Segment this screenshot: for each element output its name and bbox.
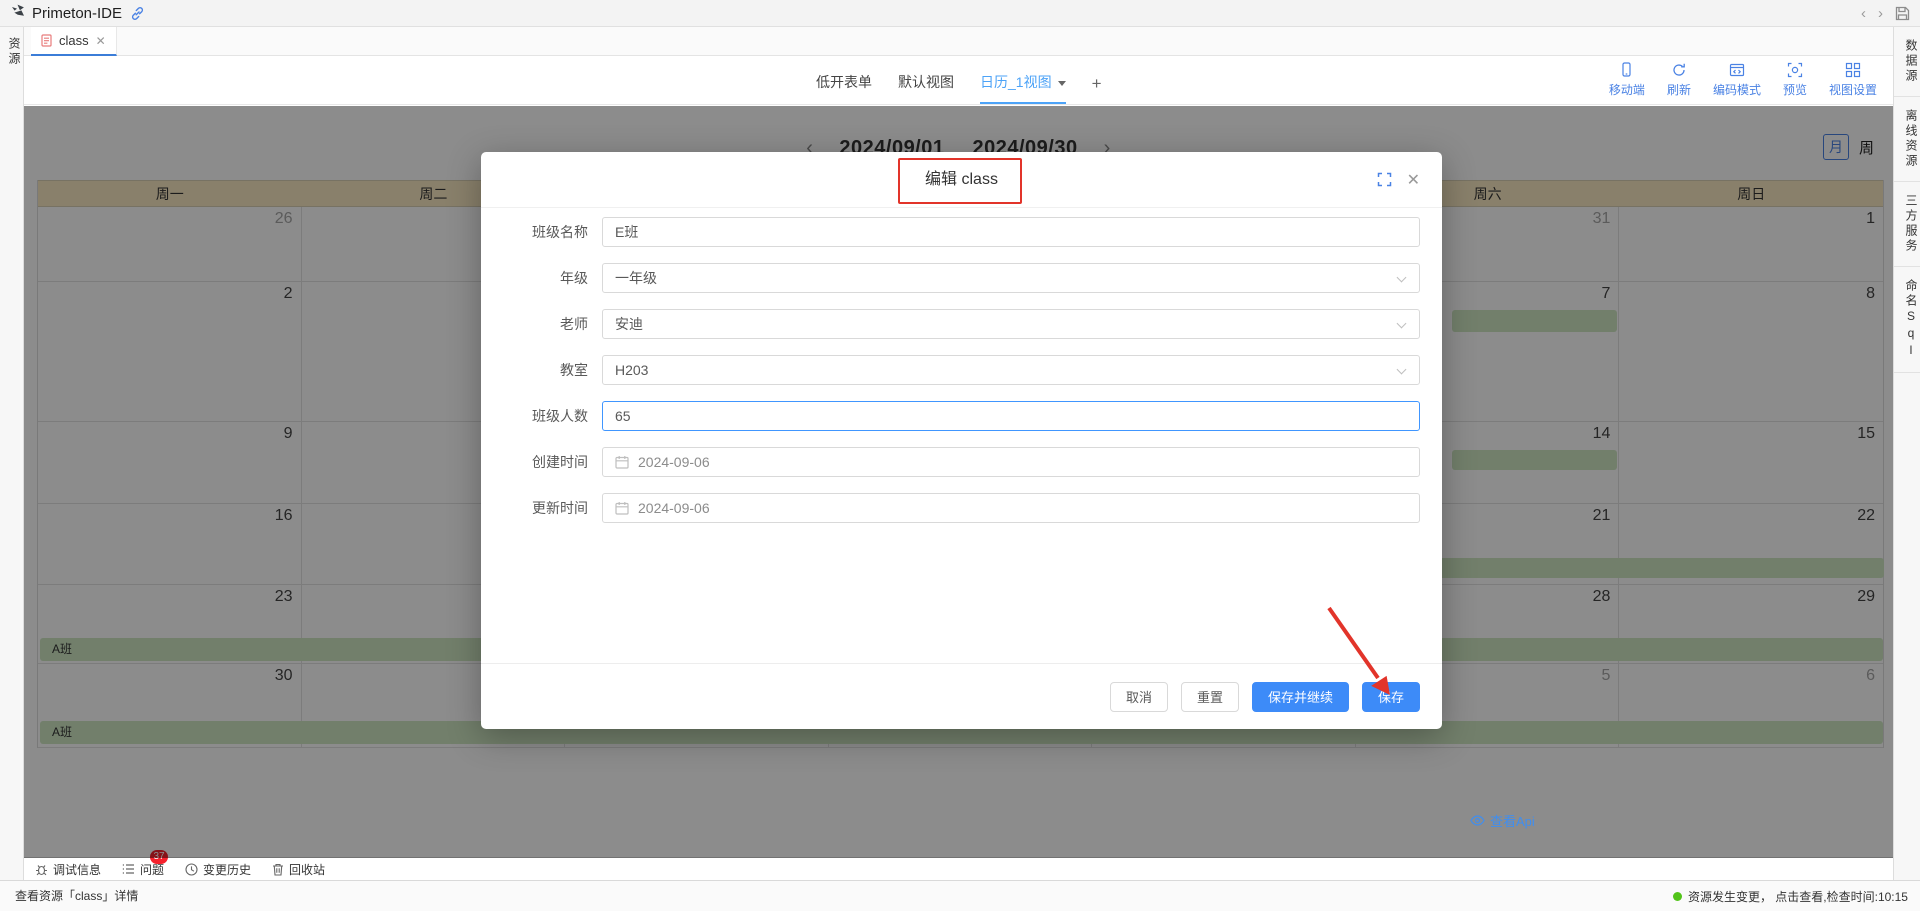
field-label-class-name: 班级名称 xyxy=(525,222,588,242)
status-bar: 查看资源「class」详情 资源发生变更， 点击查看,检查时间:10:15 xyxy=(0,880,1920,911)
tab-close-icon[interactable]: ✕ xyxy=(96,34,106,48)
calendar-icon xyxy=(615,501,629,515)
created-time-datepicker[interactable]: 2024-09-06 xyxy=(602,447,1420,477)
chevron-down-icon[interactable] xyxy=(1058,81,1066,86)
save-resource-icon[interactable] xyxy=(1895,6,1910,21)
field-label-teacher: 老师 xyxy=(525,314,588,334)
preview-button[interactable]: 预览 xyxy=(1783,62,1807,98)
app-title: Primeton-IDE xyxy=(32,5,122,22)
add-view-button[interactable]: + xyxy=(1092,74,1102,104)
chevron-down-icon xyxy=(1397,319,1407,329)
save-button[interactable]: 保存 xyxy=(1362,682,1420,712)
rail-item-datasource[interactable]: 数据源 xyxy=(1894,27,1920,97)
class-name-input[interactable] xyxy=(602,217,1420,247)
dialog-body: 班级名称 年级 一年级 老师 安迪 教室 H203 xyxy=(481,208,1442,523)
form-doc-icon xyxy=(41,34,52,47)
close-icon[interactable]: ✕ xyxy=(1407,170,1420,190)
view-tab-default-view[interactable]: 默认视图 xyxy=(898,72,954,104)
status-green-dot-icon xyxy=(1673,892,1682,901)
field-label-grade: 年级 xyxy=(525,268,588,288)
panel-tab-recycle-bin[interactable]: 回收站 xyxy=(272,861,325,878)
tab-class-label: class xyxy=(59,33,89,48)
editor-tab-bar: class ✕ xyxy=(24,27,1893,56)
status-resource-detail: 查看资源「class」详情 xyxy=(15,881,138,911)
trash-icon xyxy=(272,863,284,876)
chevron-down-icon xyxy=(1397,365,1407,375)
view-toolbar: 低开表单 默认视图 日历_1视图 + 移动端 刷新 编码模式 xyxy=(24,56,1893,105)
panel-tab-problems[interactable]: 问题 37 xyxy=(122,861,164,878)
class-size-input[interactable] xyxy=(602,401,1420,431)
title-bar: Primeton-IDE ‹ › xyxy=(0,0,1920,27)
field-label-created-time: 创建时间 xyxy=(525,452,588,472)
left-rail: 资源 xyxy=(0,27,24,880)
eye-icon xyxy=(1470,815,1485,826)
view-tab-calendar-1[interactable]: 日历_1视图 xyxy=(980,72,1066,104)
history-forward-icon[interactable]: › xyxy=(1878,0,1883,27)
field-label-class-size: 班级人数 xyxy=(525,406,588,426)
edit-class-dialog: 编辑 class ✕ 班级名称 年级 一年级 老师 安迪 xyxy=(481,152,1442,729)
panel-tab-debug-info[interactable]: 调试信息 xyxy=(35,861,101,878)
dialog-header: 编辑 class ✕ xyxy=(481,152,1442,208)
status-change-notice[interactable]: 资源发生变更， 点击查看,检查时间:10:15 xyxy=(1673,881,1908,911)
teacher-select[interactable]: 安迪 xyxy=(602,309,1420,339)
list-icon xyxy=(122,863,135,875)
right-rail: 数据源 离线资源 三方服务 命名Sql xyxy=(1893,27,1920,880)
field-label-updated-time: 更新时间 xyxy=(525,498,588,518)
rail-item-named-sql[interactable]: 命名Sql xyxy=(1894,267,1920,373)
refresh-button[interactable]: 刷新 xyxy=(1667,62,1691,98)
history-back-icon[interactable]: ‹ xyxy=(1861,0,1866,27)
chevron-down-icon xyxy=(1397,273,1407,283)
view-tabs: 低开表单 默认视图 日历_1视图 + xyxy=(816,72,1102,104)
updated-time-datepicker[interactable]: 2024-09-06 xyxy=(602,493,1420,523)
debug-icon xyxy=(35,863,48,876)
app-logo-icon xyxy=(10,3,26,24)
dialog-title: 编辑 class xyxy=(481,152,1442,208)
rail-item-thirdparty-services[interactable]: 三方服务 xyxy=(1894,182,1920,267)
save-and-continue-button[interactable]: 保存并继续 xyxy=(1252,682,1349,712)
dialog-footer: 取消 重置 保存并继续 保存 xyxy=(481,663,1442,729)
classroom-select[interactable]: H203 xyxy=(602,355,1420,385)
mobile-preview-button[interactable]: 移动端 xyxy=(1609,62,1645,98)
calendar-icon xyxy=(615,455,629,469)
view-api-link[interactable]: 查看Api xyxy=(1470,811,1535,830)
view-tab-lowcode-form[interactable]: 低开表单 xyxy=(816,72,872,104)
grade-select[interactable]: 一年级 xyxy=(602,263,1420,293)
fullscreen-icon[interactable] xyxy=(1377,172,1392,192)
bottom-panel-bar: 调试信息 问题 37 变更历史 回收站 xyxy=(24,857,1893,880)
share-link-icon[interactable] xyxy=(130,6,145,21)
cancel-button[interactable]: 取消 xyxy=(1110,682,1168,712)
panel-tab-change-history[interactable]: 变更历史 xyxy=(185,861,251,878)
reset-button[interactable]: 重置 xyxy=(1181,682,1239,712)
code-mode-button[interactable]: 编码模式 xyxy=(1713,62,1761,98)
rail-item-resources[interactable]: 资源 xyxy=(0,37,23,67)
view-settings-button[interactable]: 视图设置 xyxy=(1829,62,1877,98)
field-label-classroom: 教室 xyxy=(525,360,588,380)
toolbar-actions: 移动端 刷新 编码模式 预览 视图设置 xyxy=(1609,62,1877,98)
class-name-value[interactable] xyxy=(615,219,1407,245)
clock-icon xyxy=(185,863,198,876)
class-size-value[interactable] xyxy=(615,403,1407,429)
tab-class[interactable]: class ✕ xyxy=(31,27,117,56)
rail-item-offline-resources[interactable]: 离线资源 xyxy=(1894,97,1920,182)
